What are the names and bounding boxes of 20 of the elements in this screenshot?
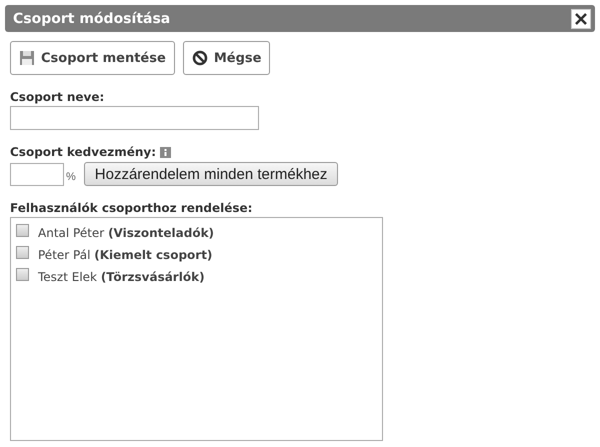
checkbox[interactable] (16, 224, 29, 236)
field-label: Csoport neve: (10, 90, 104, 104)
assign-button[interactable]: Hozzárendelem minden termékhez (84, 162, 338, 186)
close-button[interactable] (571, 8, 591, 28)
cancel-icon (192, 50, 208, 66)
user-label: Péter Pál (Kiemelt csoport) (38, 248, 212, 262)
window-title: Csoport módosítása (13, 10, 170, 26)
user-label: Antal Péter (Viszonteladók) (38, 226, 214, 240)
field-label: Csoport kedvezmény: (10, 145, 156, 159)
save-button[interactable]: Csoport mentése (10, 41, 175, 75)
info-icon[interactable] (160, 146, 171, 158)
input-field[interactable] (10, 106, 259, 130)
input-field[interactable] (10, 162, 64, 186)
checkbox[interactable] (16, 268, 29, 280)
checkbox[interactable] (16, 246, 29, 258)
close-icon (575, 12, 587, 24)
field-label: Felhasználók csoporthoz rendelése: (10, 201, 252, 215)
unit-label: % (66, 171, 76, 183)
cancel-button[interactable]: Mégse (182, 41, 270, 75)
user-label: Teszt Elek (Törzsvásárlók) (38, 270, 205, 284)
